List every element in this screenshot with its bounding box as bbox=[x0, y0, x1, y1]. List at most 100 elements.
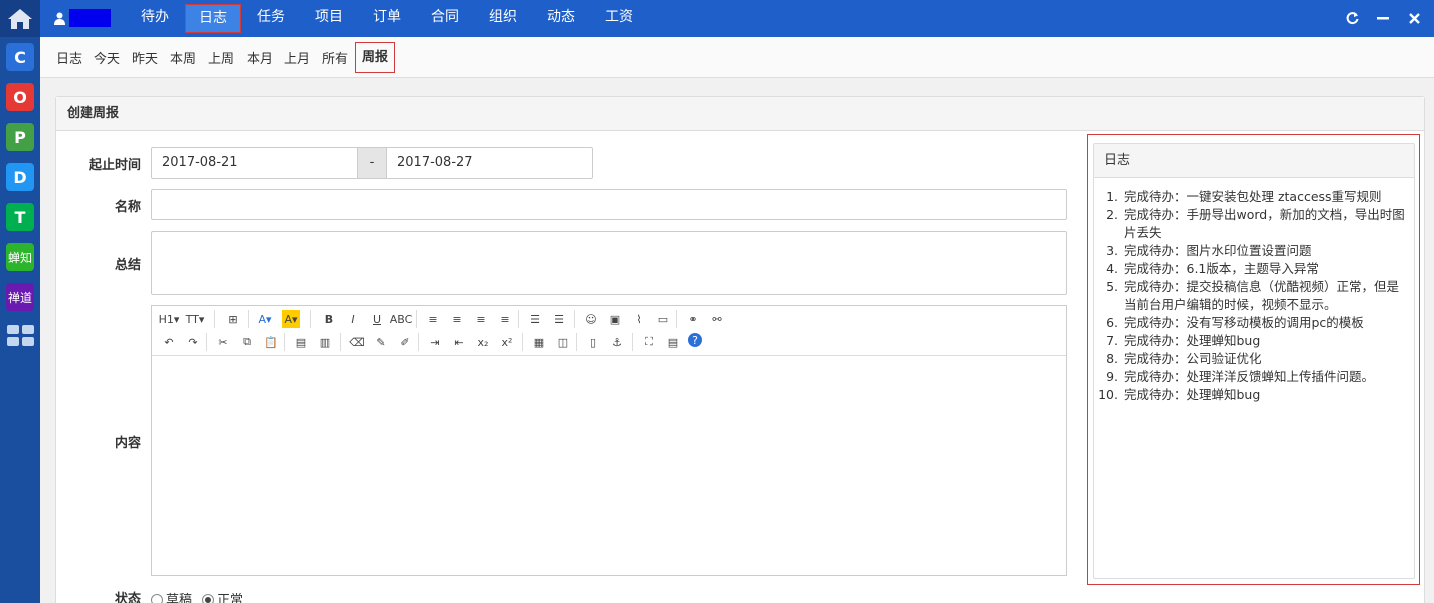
undo-icon[interactable]: ↶ bbox=[160, 333, 178, 351]
font-color-icon[interactable]: A▾ bbox=[256, 310, 274, 328]
cut-icon[interactable]: ✂ bbox=[214, 333, 232, 351]
help-icon[interactable]: ? bbox=[688, 333, 702, 347]
grid-icon bbox=[7, 325, 34, 346]
code-icon[interactable]: ◫ bbox=[554, 333, 572, 351]
app-icon-5[interactable]: 蝉知 bbox=[6, 243, 34, 271]
summary-textarea[interactable] bbox=[151, 231, 1067, 295]
log-item-text: 完成待办：处理蝉知bug bbox=[1124, 333, 1261, 348]
home-button[interactable] bbox=[0, 0, 40, 37]
anchor-icon[interactable]: ⚓ bbox=[608, 333, 626, 351]
log-item-text: 完成待办：没有写移动模板的调用pc的模板 bbox=[1124, 315, 1364, 330]
brush-icon[interactable]: ✎ bbox=[372, 333, 390, 351]
tool-abc-icon[interactable]: ABC bbox=[390, 310, 413, 328]
status-normal-radio[interactable] bbox=[202, 594, 215, 603]
user-menu[interactable] bbox=[54, 9, 111, 27]
tool-h1-icon[interactable]: H1▾ bbox=[159, 310, 180, 328]
redo-icon[interactable]: ↷ bbox=[184, 333, 202, 351]
subnav-item-4[interactable]: 上周 bbox=[208, 48, 234, 67]
minimize-button[interactable] bbox=[1374, 9, 1392, 27]
paste-icon[interactable]: 📋 bbox=[262, 333, 280, 351]
align-left-icon[interactable]: ≡ bbox=[424, 310, 442, 328]
fullscreen-icon[interactable]: ⛶ bbox=[640, 333, 658, 351]
app-icon-0[interactable]: C bbox=[6, 43, 34, 71]
justify-icon[interactable]: ≡ bbox=[496, 310, 514, 328]
sub-icon[interactable]: x₂ bbox=[474, 333, 492, 351]
ol-icon[interactable]: ☰ bbox=[526, 310, 544, 328]
status-normal[interactable]: 正常 bbox=[202, 589, 243, 603]
sup-icon[interactable]: x² bbox=[498, 333, 516, 351]
date-separator: - bbox=[357, 147, 387, 179]
nav-item-5[interactable]: 合同 bbox=[418, 4, 472, 33]
image-icon[interactable]: ▣ bbox=[606, 310, 624, 328]
subnav-item-3[interactable]: 本周 bbox=[170, 48, 196, 67]
app-icon-3[interactable]: D bbox=[6, 163, 34, 191]
app-icon-4[interactable]: T bbox=[6, 203, 34, 231]
nav-item-8[interactable]: 工资 bbox=[592, 4, 646, 33]
nav-item-3[interactable]: 项目 bbox=[302, 4, 356, 33]
insert-icon[interactable]: ▭ bbox=[654, 310, 672, 328]
align-right-icon[interactable]: ≡ bbox=[472, 310, 490, 328]
source-icon[interactable]: ▤ bbox=[664, 333, 682, 351]
eraser-icon[interactable]: ⌫ bbox=[348, 333, 366, 351]
app-icon-1[interactable]: O bbox=[6, 83, 34, 111]
subnav-item-0[interactable]: 日志 bbox=[56, 48, 82, 67]
attach-icon[interactable]: ⌇ bbox=[630, 310, 648, 328]
app-icon-2[interactable]: P bbox=[6, 123, 34, 151]
toolbar-separator bbox=[416, 310, 417, 328]
subnav-item-1[interactable]: 今天 bbox=[94, 48, 120, 67]
log-item-number: 8. bbox=[1106, 351, 1118, 366]
tool-b-icon[interactable]: B bbox=[320, 310, 338, 328]
editor-body[interactable] bbox=[152, 356, 1066, 576]
toolbar-separator bbox=[574, 310, 575, 328]
subnav-item-2[interactable]: 昨天 bbox=[132, 48, 158, 67]
subnav-item-8[interactable]: 周报 bbox=[355, 42, 396, 73]
subnav-item-6[interactable]: 上月 bbox=[284, 48, 310, 67]
user-name bbox=[69, 9, 111, 27]
subnav-item-7[interactable]: 所有 bbox=[322, 48, 348, 67]
nav-item-7[interactable]: 动态 bbox=[534, 4, 588, 33]
ul-icon[interactable]: ☰ bbox=[550, 310, 568, 328]
nav-item-1[interactable]: 日志 bbox=[185, 4, 241, 33]
tool-tt-icon[interactable]: TT▾ bbox=[186, 310, 205, 328]
format-icon[interactable]: ✐ bbox=[396, 333, 414, 351]
unlink-icon[interactable]: ⚯ bbox=[708, 310, 726, 328]
emoji-icon[interactable]: ☺ bbox=[582, 310, 600, 328]
tool-u-icon[interactable]: U bbox=[368, 310, 386, 328]
nav-item-0[interactable]: 待办 bbox=[128, 4, 182, 33]
toolbar-separator bbox=[340, 333, 341, 351]
table-icon[interactable]: ▦ bbox=[530, 333, 548, 351]
align-center-icon[interactable]: ≡ bbox=[448, 310, 466, 328]
toolbar-separator bbox=[518, 310, 519, 328]
paste-text-icon[interactable]: ▤ bbox=[292, 333, 310, 351]
subnav-item-5[interactable]: 本月 bbox=[247, 48, 273, 67]
name-label: 名称 bbox=[114, 200, 141, 215]
log-item: 6. 完成待办：没有写移动模板的调用pc的模板 bbox=[1094, 314, 1414, 332]
nav-item-4[interactable]: 订单 bbox=[360, 4, 414, 33]
status-draft-radio[interactable] bbox=[151, 594, 163, 603]
content-editor[interactable]: H1▾ TT▾ ⊞ A▾ A▾ B I U ABC ≡ ≡ ≡ ≡ ☰ ☰ ☺ ▣ ⌇ ▭ ⚭ ⚯ ↶ ↷ ✂ ⧉ 📋 ▤ ▥ ⌫ ✎ ✐ ⇥… bbox=[151, 305, 1067, 576]
outdent-icon[interactable]: ⇤ bbox=[450, 333, 468, 351]
end-date-input[interactable]: 2017-08-27 bbox=[386, 147, 593, 179]
log-item: 4. 完成待办：6.1版本，主题导入异常 bbox=[1094, 260, 1414, 278]
summary-label: 总结 bbox=[114, 258, 141, 273]
page-icon[interactable]: ▯ bbox=[584, 333, 602, 351]
highlight-icon[interactable]: A▾ bbox=[282, 310, 300, 328]
nav-item-2[interactable]: 任务 bbox=[244, 4, 298, 33]
tool-i-icon[interactable]: I bbox=[344, 310, 362, 328]
name-input[interactable] bbox=[151, 189, 1067, 220]
copy-icon[interactable]: ⧉ bbox=[238, 333, 256, 351]
indent-icon[interactable]: ⇥ bbox=[426, 333, 444, 351]
app-icon-6[interactable]: 禅道 bbox=[6, 283, 34, 311]
status-draft[interactable]: 草稿 bbox=[151, 589, 192, 603]
toolbar-separator bbox=[418, 333, 419, 351]
link-icon[interactable]: ⚭ bbox=[684, 310, 702, 328]
grid-icon[interactable]: ⊞ bbox=[224, 310, 242, 328]
refresh-button[interactable] bbox=[1343, 9, 1361, 27]
paste-word-icon[interactable]: ▥ bbox=[316, 333, 334, 351]
nav-item-6[interactable]: 组织 bbox=[476, 4, 530, 33]
log-item: 1. 完成待办：一键安装包处理 ztaccess重写规则 bbox=[1094, 188, 1414, 206]
close-button[interactable] bbox=[1405, 9, 1423, 27]
start-date-input[interactable]: 2017-08-21 bbox=[151, 147, 358, 179]
log-list: 1. 完成待办：一键安装包处理 ztaccess重写规则 2. 完成待办：手册导出wo… bbox=[1094, 178, 1414, 404]
all-apps-button[interactable] bbox=[7, 325, 34, 347]
